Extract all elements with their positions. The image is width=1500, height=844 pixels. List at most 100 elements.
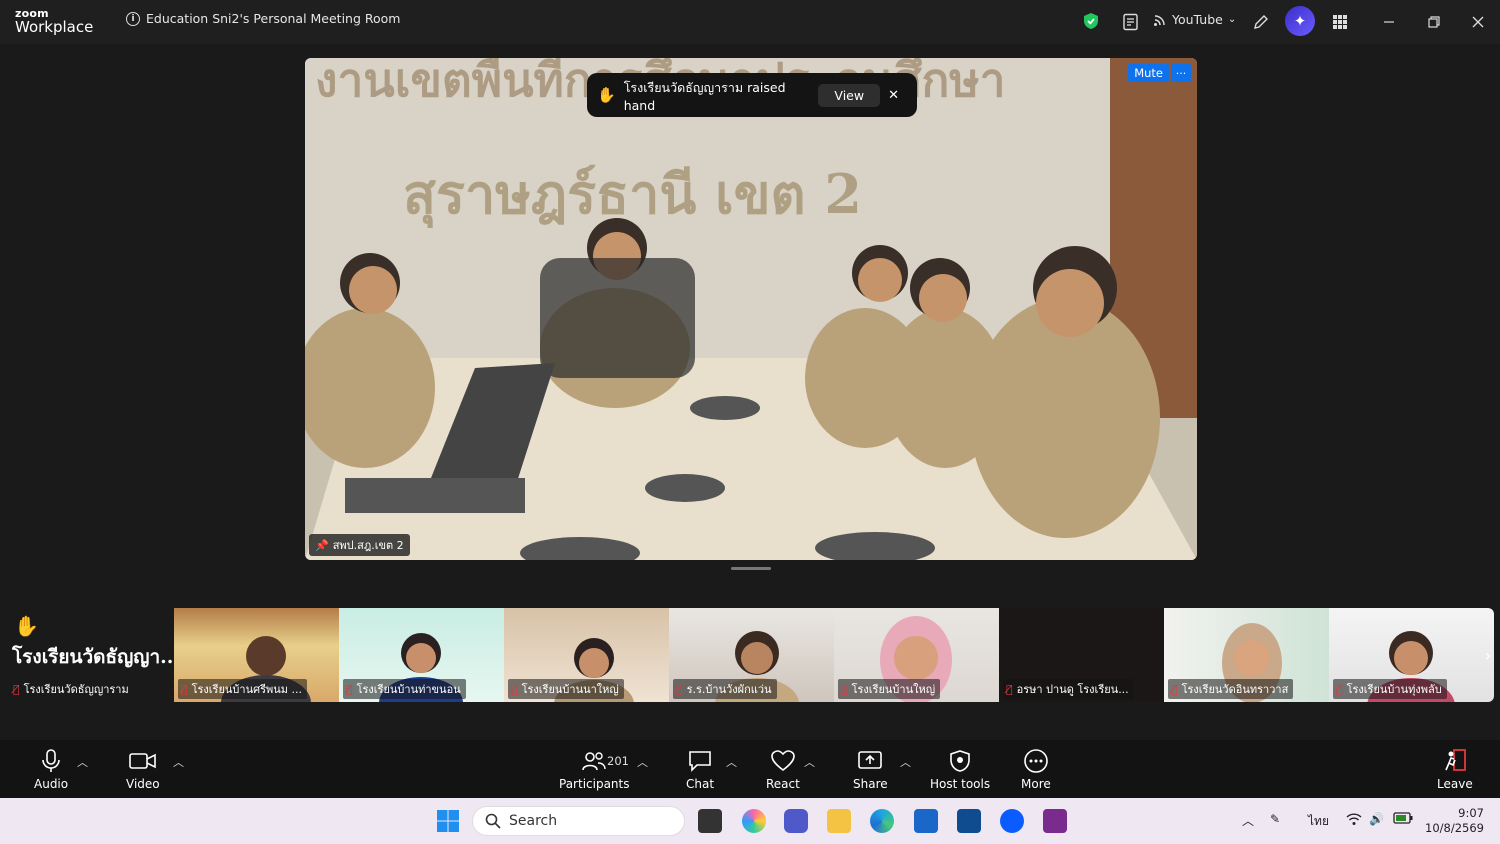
meeting-title: Education Sni2's Personal Meeting Room xyxy=(146,11,401,26)
share-label: Share xyxy=(853,777,888,791)
mic-off-icon: 🎙̸ xyxy=(676,682,683,696)
chart-app-icon[interactable] xyxy=(957,809,981,833)
restore-icon[interactable] xyxy=(1422,10,1446,34)
ai-companion-button[interactable]: ✦ xyxy=(1285,6,1315,36)
notes-icon[interactable] xyxy=(1121,12,1141,32)
chevron-down-icon: ⌄ xyxy=(1227,14,1237,25)
sparkle-icon: ✦ xyxy=(1293,12,1307,30)
speaker-name: สพป.สฎ.เขต 2 xyxy=(332,539,404,552)
participant-name: โรงเรียนบ้านทุ่งพลับ xyxy=(1346,683,1442,696)
participant-strip: ✋ โรงเรียนวัดธัญญา... 🎙̸ โรงเรียนวัดธัญญ… xyxy=(6,608,1494,702)
participant-tile[interactable]: 🎙̸ โรงเรียนวัดอินทราวาส xyxy=(1164,608,1329,702)
participant-name: โรงเรียนบ้านใหญ่ xyxy=(851,683,936,696)
shield-icon xyxy=(949,748,971,774)
chevron-right-icon[interactable]: › xyxy=(1480,638,1496,672)
video-options-caret[interactable]: ︿ xyxy=(173,754,184,770)
share-screen-icon xyxy=(857,748,883,774)
participant-tile[interactable]: 🎙̸ อรษา ปานดู โรงเรียน... xyxy=(999,608,1164,702)
video-more-button[interactable]: ··· xyxy=(1171,64,1191,82)
participants-icon xyxy=(581,748,607,774)
language-indicator[interactable]: ไทย xyxy=(1308,812,1329,831)
system-clock[interactable]: 9:07 10/8/2569 xyxy=(1425,806,1484,836)
teams-icon[interactable] xyxy=(784,809,808,833)
input-method-icon[interactable]: ✎ xyxy=(1270,812,1280,826)
more-button[interactable]: More xyxy=(1021,748,1051,791)
participant-tile[interactable]: 🎙̸ ร.ร.บ้านวังผักแว่น xyxy=(669,608,834,702)
participant-tile[interactable]: 🎙̸ โรงเรียนบ้านศรีพนม ... xyxy=(174,608,339,702)
leave-label: Leave xyxy=(1437,777,1473,791)
logo-bottom: Workplace xyxy=(15,18,94,36)
participant-tile[interactable]: ✋ โรงเรียนวัดธัญญา... 🎙̸ โรงเรียนวัดธัญญ… xyxy=(6,608,174,702)
video-label: Video xyxy=(126,777,160,791)
info-icon[interactable]: i xyxy=(126,11,140,26)
chevron-up-icon[interactable]: ︿ xyxy=(1242,812,1254,829)
pin-icon: 📌 xyxy=(315,538,329,552)
participant-label: 🎙̸ ร.ร.บ้านวังผักแว่น xyxy=(673,679,777,699)
more-label: More xyxy=(1021,777,1051,791)
react-label: React xyxy=(766,777,800,791)
participants-options-caret[interactable]: ︿ xyxy=(637,754,648,770)
react-options-caret[interactable]: ︿ xyxy=(804,754,815,770)
search-icon xyxy=(485,813,501,829)
participant-label: 🎙̸ โรงเรียนบ้านนาใหญ่ xyxy=(508,679,624,699)
participant-label: 🎙̸ โรงเรียนวัดอินทราวาส xyxy=(1168,679,1294,699)
mic-off-icon: 🎙̸ xyxy=(1336,682,1343,696)
audio-button[interactable]: Audio xyxy=(34,748,68,791)
chat-options-caret[interactable]: ︿ xyxy=(726,754,737,770)
livestream-indicator[interactable]: YouTube ⌄ xyxy=(1153,12,1236,27)
store-icon[interactable] xyxy=(914,809,938,833)
close-window-icon[interactable] xyxy=(1466,10,1490,34)
mic-off-icon: 🎙̸ xyxy=(511,682,518,696)
taskbar-search[interactable]: Search xyxy=(472,806,685,836)
heart-icon xyxy=(770,748,796,774)
host-tools-button[interactable]: Host tools xyxy=(930,748,990,791)
share-button[interactable]: Share xyxy=(853,748,888,791)
participant-count: 201 xyxy=(607,754,629,768)
edit-icon[interactable] xyxy=(1251,12,1271,32)
file-explorer-icon[interactable] xyxy=(827,809,851,833)
broadcast-icon xyxy=(1154,14,1165,26)
mic-off-icon: 🎙̸ xyxy=(13,682,20,696)
host-tools-label: Host tools xyxy=(930,777,991,791)
participant-name: อรษา ปานดู โรงเรียน... xyxy=(1016,683,1129,696)
audio-label: Audio xyxy=(34,777,69,791)
active-speaker-video[interactable]: งานเขตพื้นที่การศึกษาประถมศึกษา สุราษฎร์… xyxy=(305,58,1197,560)
pdf-app-icon[interactable] xyxy=(1043,809,1067,833)
mute-participant-button[interactable]: Mute xyxy=(1128,64,1169,82)
participant-tile[interactable]: 🎙̸ โรงเรียนบ้านนาใหญ่ xyxy=(504,608,669,702)
camera-icon xyxy=(129,748,157,774)
meeting-info[interactable]: i Education Sni2's Personal Meeting Room xyxy=(126,11,401,26)
view-button[interactable]: View xyxy=(818,83,881,107)
video-button[interactable]: Video xyxy=(126,748,160,791)
participant-name: โรงเรียนบ้านท่าขนอน xyxy=(356,683,461,696)
meeting-toolbar: Audio ︿ Video ︿ Participants 201 ︿ Chat … xyxy=(0,740,1500,798)
close-notification-icon[interactable]: ✕ xyxy=(888,88,899,103)
participant-tile[interactable]: 🎙̸ โรงเรียนบ้านทุ่งพลับ xyxy=(1329,608,1494,702)
minimize-icon[interactable] xyxy=(1377,10,1401,34)
participant-label: 🎙̸ โรงเรียนบ้านทุ่งพลับ xyxy=(1333,679,1447,699)
battery-icon[interactable] xyxy=(1393,812,1413,827)
mic-off-icon: 🎙̸ xyxy=(1171,682,1178,696)
participant-tile[interactable]: 🎙̸ โรงเรียนบ้านใหญ่ xyxy=(834,608,999,702)
leave-button[interactable]: Leave xyxy=(1437,748,1473,791)
wall-text-main: สุราษฎร์ธานี เขต 2 xyxy=(403,162,862,229)
react-button[interactable]: React xyxy=(766,748,800,791)
volume-icon[interactable]: 🔊 xyxy=(1369,812,1384,826)
participant-name: ร.ร.บ้านวังผักแว่น xyxy=(686,683,772,696)
zoom-logo: zoom Workplace xyxy=(15,8,93,35)
task-view-icon[interactable] xyxy=(698,809,722,833)
participant-tile[interactable]: 🎙̸ โรงเรียนบ้านท่าขนอน xyxy=(339,608,504,702)
participants-label: Participants xyxy=(559,777,630,791)
zoom-app-icon[interactable] xyxy=(1000,809,1024,833)
edge-browser-icon[interactable] xyxy=(870,809,894,833)
participant-name: โรงเรียนบ้านศรีพนม ... xyxy=(191,683,303,696)
apps-grid-icon[interactable] xyxy=(1330,12,1350,32)
wifi-icon[interactable] xyxy=(1346,812,1362,829)
windows-start-icon[interactable] xyxy=(436,809,460,833)
share-options-caret[interactable]: ︿ xyxy=(900,754,911,770)
copilot-icon[interactable] xyxy=(742,809,766,833)
resize-handle[interactable] xyxy=(731,567,771,570)
chat-button[interactable]: Chat xyxy=(686,748,714,791)
audio-options-caret[interactable]: ︿ xyxy=(77,754,88,770)
security-shield-icon[interactable] xyxy=(1083,12,1099,30)
